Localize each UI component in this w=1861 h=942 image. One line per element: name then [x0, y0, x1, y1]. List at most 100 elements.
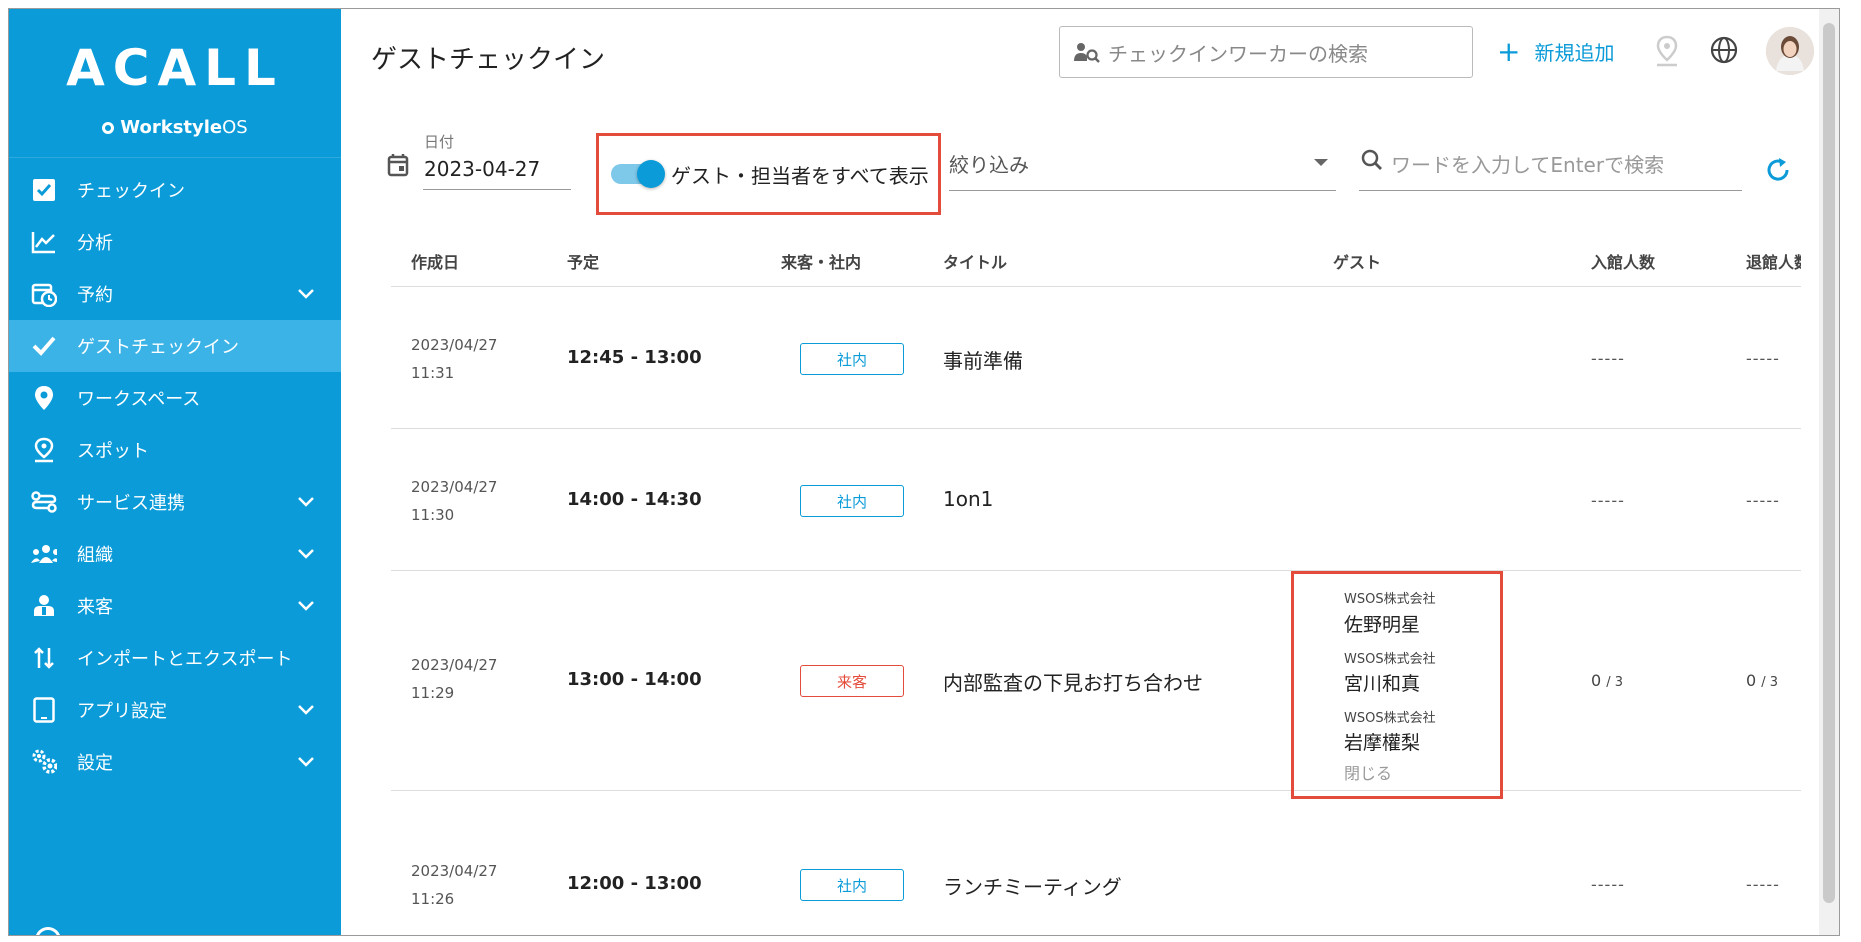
created-time: 11:29: [411, 684, 455, 702]
vertical-scrollbar[interactable]: [1819, 9, 1839, 935]
add-new-label: 新規追加: [1534, 41, 1615, 65]
created-time: 11:31: [411, 364, 455, 382]
entered-count: -----: [1591, 875, 1625, 894]
spot-pin-icon: [31, 437, 57, 463]
column-header[interactable]: 入館人数: [1591, 249, 1655, 273]
scrollbar-thumb[interactable]: [1823, 23, 1835, 903]
entered-count: 0 / 3: [1591, 671, 1624, 690]
table-row[interactable]: 2023/04/27 11:30 14:00 - 14:30 社内 1on1 -…: [391, 429, 1801, 571]
word-search-input[interactable]: ワードを入力してEnterで検索: [1359, 149, 1742, 191]
avatar[interactable]: [1766, 27, 1814, 75]
dropdown-arrow-icon: [1314, 159, 1328, 166]
type-badge: 来客: [800, 665, 904, 697]
entered-den: 3: [1614, 675, 1624, 690]
sidebar-item-checkin[interactable]: チェックイン: [9, 164, 341, 216]
product-subtitle: WorkstyleOS: [9, 117, 341, 138]
sidebar-item-label: 組織: [77, 545, 113, 566]
created-cell: 2023/04/27 11:30: [411, 473, 497, 529]
type-badge: 社内: [800, 869, 904, 901]
chevron-down-icon: [297, 492, 315, 513]
title-cell[interactable]: ランチミーティング: [943, 871, 1122, 900]
sidebar-item-analytics[interactable]: 分析: [9, 216, 341, 268]
workstyle-ring-icon: [102, 122, 115, 134]
close-guests-link[interactable]: 閉じる: [1344, 760, 1392, 784]
table-header: 作成日 予定 来客・社内 タイトル ゲスト 入館人数 退館人数: [391, 227, 1801, 287]
plus-icon: +: [1497, 34, 1521, 68]
visitor-icon: [31, 593, 57, 619]
globe-icon[interactable]: [1709, 35, 1739, 69]
created-time: 11:26: [411, 890, 455, 908]
created-date: 2023/04/27: [411, 478, 498, 496]
group-icon: [31, 541, 57, 567]
check-icon: [31, 333, 57, 359]
subtitle-bold: Workstyle: [120, 117, 223, 138]
sidebar-item-import-export[interactable]: インポートとエクスポート: [9, 632, 341, 684]
column-header[interactable]: 予定: [567, 249, 599, 273]
table-row[interactable]: 2023/04/27 11:26 12:00 - 13:00 社内 ランチミーテ…: [391, 791, 1801, 935]
toggle-knob: [637, 160, 665, 188]
date-field[interactable]: 2023-04-27: [424, 157, 540, 181]
sidebar-item-settings[interactable]: 設定: [9, 736, 341, 788]
guest-company: WSOS株式会社: [1344, 592, 1436, 607]
column-header[interactable]: ゲスト: [1333, 249, 1381, 273]
sidebar-item-spot[interactable]: スポット: [9, 424, 341, 476]
location-off-icon[interactable]: [1655, 35, 1679, 71]
worker-search-placeholder: チェックインワーカーの検索: [1108, 41, 1368, 66]
column-header[interactable]: 作成日: [411, 249, 459, 273]
table-row[interactable]: 2023/04/27 11:31 12:45 - 13:00 社内 事前準備 -…: [391, 287, 1801, 429]
exited-num: 0: [1746, 671, 1757, 690]
sidebar-item-reservation[interactable]: 予約: [9, 268, 341, 320]
title-cell[interactable]: 1on1: [943, 487, 993, 511]
type-badge: 社内: [800, 485, 904, 517]
guest-name[interactable]: 岩摩權梨: [1344, 728, 1420, 755]
guest-name[interactable]: 宮川和真: [1344, 669, 1420, 696]
narrow-down-select[interactable]: 絞り込み: [949, 149, 1336, 191]
refresh-icon[interactable]: [1765, 157, 1791, 187]
checkbox-icon: [31, 177, 57, 203]
schedule-cell: 12:45 - 13:00: [567, 347, 702, 368]
created-date: 2023/04/27: [411, 656, 498, 674]
chart-icon: [31, 229, 57, 255]
help-icon[interactable]: [35, 927, 61, 935]
show-all-toggle[interactable]: [611, 160, 665, 188]
guest-checkin-table: 作成日 予定 来客・社内 タイトル ゲスト 入館人数 退館人数 2023/04/…: [391, 227, 1801, 935]
guest-company: WSOS株式会社: [1344, 711, 1436, 726]
sidebar-item-label: 来客: [77, 597, 113, 618]
sidebar-item-workspace[interactable]: ワークスペース: [9, 372, 341, 424]
table-row[interactable]: 2023/04/27 11:29 13:00 - 14:00 来客 内部監査の下…: [391, 571, 1801, 799]
column-header[interactable]: 来客・社内: [781, 249, 861, 273]
sidebar: ACALL WorkstyleOS チェックイン 分析 予約 ゲストチェックイン: [9, 9, 341, 935]
column-header[interactable]: タイトル: [943, 249, 1007, 273]
sidebar-item-label: 予約: [77, 285, 113, 306]
guest-name[interactable]: 佐野明星: [1344, 610, 1420, 637]
sidebar-item-guest-checkin[interactable]: ゲストチェックイン: [9, 320, 341, 372]
created-time: 11:30: [411, 506, 455, 524]
location-pin-icon: [31, 385, 57, 411]
sidebar-item-label: アプリ設定: [77, 701, 167, 722]
sidebar-item-label: サービス連携: [77, 493, 185, 514]
worker-search-input[interactable]: チェックインワーカーの検索: [1059, 26, 1473, 78]
sidebar-item-organization[interactable]: 組織: [9, 528, 341, 580]
subtitle-rest: OS: [222, 117, 248, 138]
add-new-button[interactable]: + 新規追加: [1497, 37, 1614, 66]
page-title: ゲストチェックイン: [371, 45, 606, 75]
exited-count: -----: [1746, 491, 1780, 510]
created-date: 2023/04/27: [411, 336, 498, 354]
calendar-icon[interactable]: [387, 152, 409, 182]
tablet-icon: [31, 697, 57, 723]
title-cell[interactable]: 事前準備: [943, 345, 1023, 374]
title-cell[interactable]: 内部監査の下見お打ち合わせ: [943, 667, 1203, 696]
date-label: 日付: [424, 133, 455, 151]
sidebar-item-label: スポット: [77, 441, 149, 462]
sidebar-item-label: チェックイン: [77, 181, 185, 202]
sidebar-item-service-integration[interactable]: サービス連携: [9, 476, 341, 528]
created-cell: 2023/04/27 11:29: [411, 651, 497, 707]
integration-icon: [31, 489, 57, 515]
sidebar-item-app-settings[interactable]: アプリ設定: [9, 684, 341, 736]
created-cell: 2023/04/27 11:31: [411, 331, 497, 387]
import-export-icon: [31, 645, 57, 671]
column-header[interactable]: 退館人数: [1746, 249, 1801, 273]
calendar-clock-icon: [31, 281, 57, 307]
sidebar-item-visitor[interactable]: 来客: [9, 580, 341, 632]
chevron-down-icon: [297, 700, 315, 721]
